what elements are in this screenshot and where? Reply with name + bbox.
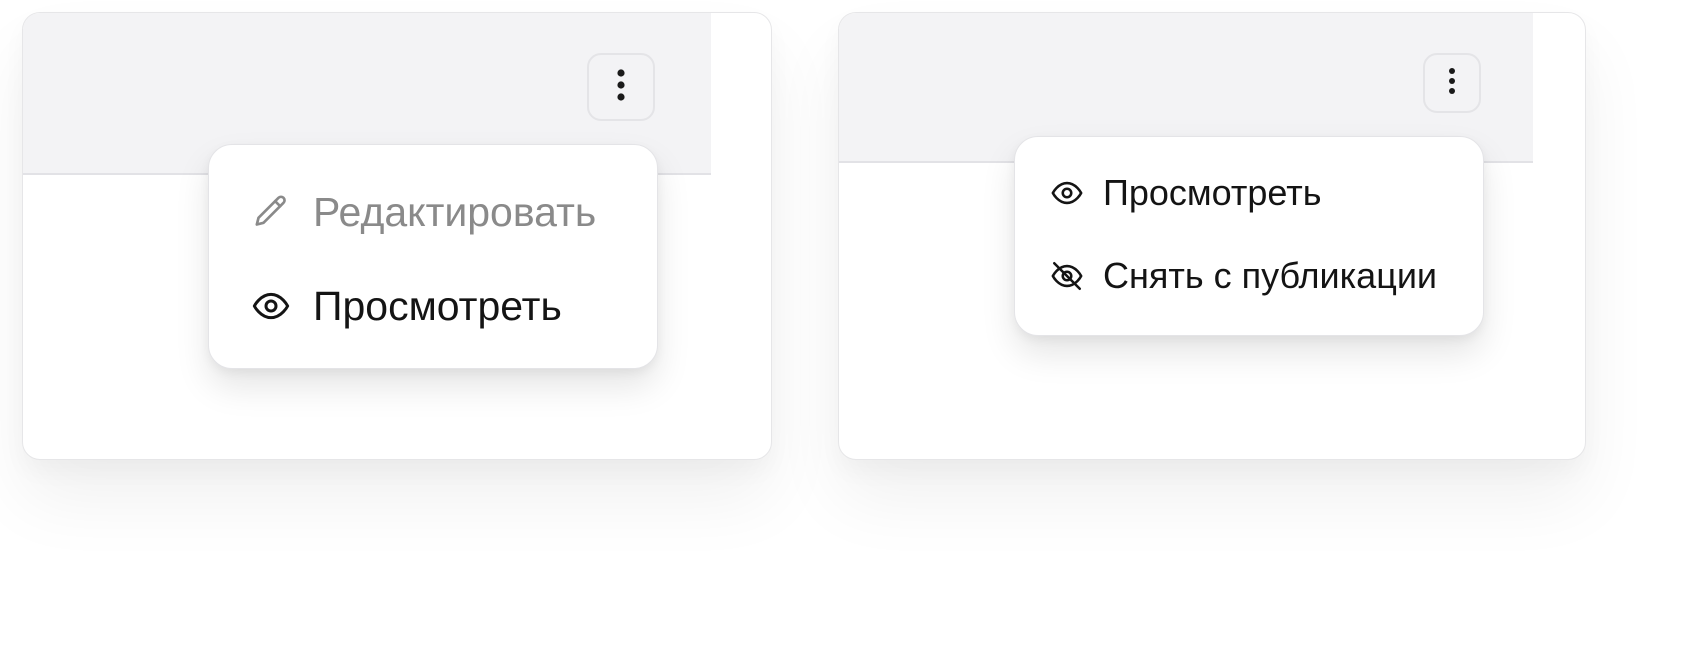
more-vertical-icon — [616, 68, 626, 107]
menu-item-label: Снять с публикации — [1103, 255, 1438, 296]
menu-item-view[interactable]: Просмотреть — [1049, 169, 1321, 217]
card: Просмотреть Снять с публикации — [838, 12, 1586, 460]
eye-off-icon — [1049, 259, 1085, 293]
pencil-icon — [249, 192, 293, 232]
menu-item-label: Просмотреть — [1103, 172, 1322, 213]
more-options-button[interactable] — [587, 53, 655, 121]
more-vertical-icon — [1448, 67, 1456, 100]
menu-item-label: Просмотреть — [313, 282, 562, 329]
dropdown-menu: Редактировать Просмотреть — [208, 144, 658, 369]
stage: Редактировать Просмотреть Просмотреть Сн… — [0, 0, 1696, 648]
card: Редактировать Просмотреть — [22, 12, 772, 460]
eye-icon — [249, 286, 293, 326]
menu-item-label: Редактировать — [313, 188, 597, 235]
eye-icon — [1049, 176, 1085, 210]
menu-item-edit[interactable]: Редактировать — [249, 185, 596, 239]
more-options-button[interactable] — [1423, 53, 1481, 113]
dropdown-menu: Просмотреть Снять с публикации — [1014, 136, 1484, 336]
menu-item-view[interactable]: Просмотреть — [249, 279, 562, 333]
menu-item-unpublish[interactable]: Снять с публикации — [1049, 252, 1437, 300]
